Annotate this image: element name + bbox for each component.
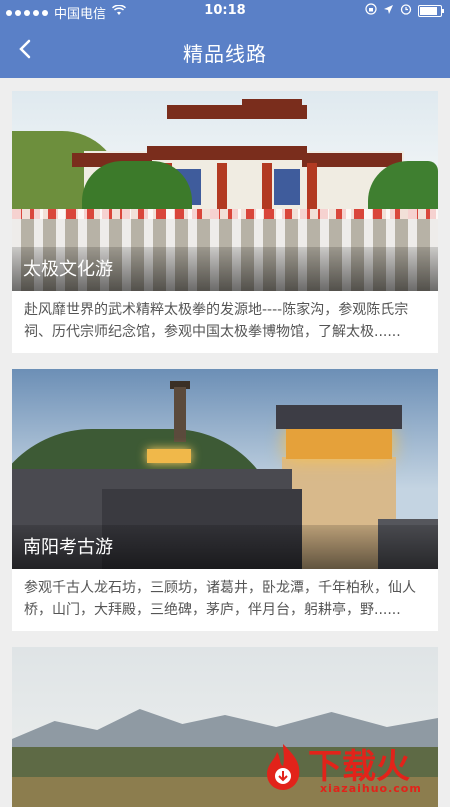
page-title: 精品线路: [183, 42, 267, 66]
route-image: 太极文化游: [12, 91, 438, 291]
route-card[interactable]: 南阳考古游 参观千古人龙石坊，三顾坊，诸葛井，卧龙潭，千年柏秋，仙人桥，山门，大…: [12, 369, 438, 631]
nav-bar: 精品线路: [0, 22, 450, 78]
route-caption: 南阳考古游: [12, 525, 438, 569]
alarm-icon: [400, 3, 412, 19]
watermark-text: 下载火: [308, 747, 410, 787]
route-caption: 太极文化游: [12, 247, 438, 291]
orientation-lock-icon: [365, 3, 377, 19]
route-card[interactable]: 太极文化游 赴风靡世界的武术精粹太极拳的发源地----陈家沟，参观陈氏宗祠、历代…: [12, 91, 438, 353]
route-image: 南阳考古游: [12, 369, 438, 569]
status-right: [365, 3, 444, 19]
route-description: 参观千古人龙石坊，三顾坊，诸葛井，卧龙潭，千年柏秋，仙人桥，山门，大拜殿，三绝碑…: [24, 580, 416, 618]
location-icon: [383, 4, 394, 19]
watermark-url: xiazaihuo.com: [320, 782, 422, 795]
status-bar: 中国电信 10:18: [0, 0, 450, 22]
route-title: 南阳考古游: [23, 537, 113, 558]
watermark-logo-icon: [263, 742, 303, 792]
battery-icon: [418, 5, 444, 17]
battery-level: [420, 7, 438, 15]
route-description: 赴风靡世界的武术精粹太极拳的发源地----陈家沟，参观陈氏宗祠、历代宗师纪念馆，…: [24, 302, 409, 340]
route-title: 太极文化游: [23, 259, 113, 280]
